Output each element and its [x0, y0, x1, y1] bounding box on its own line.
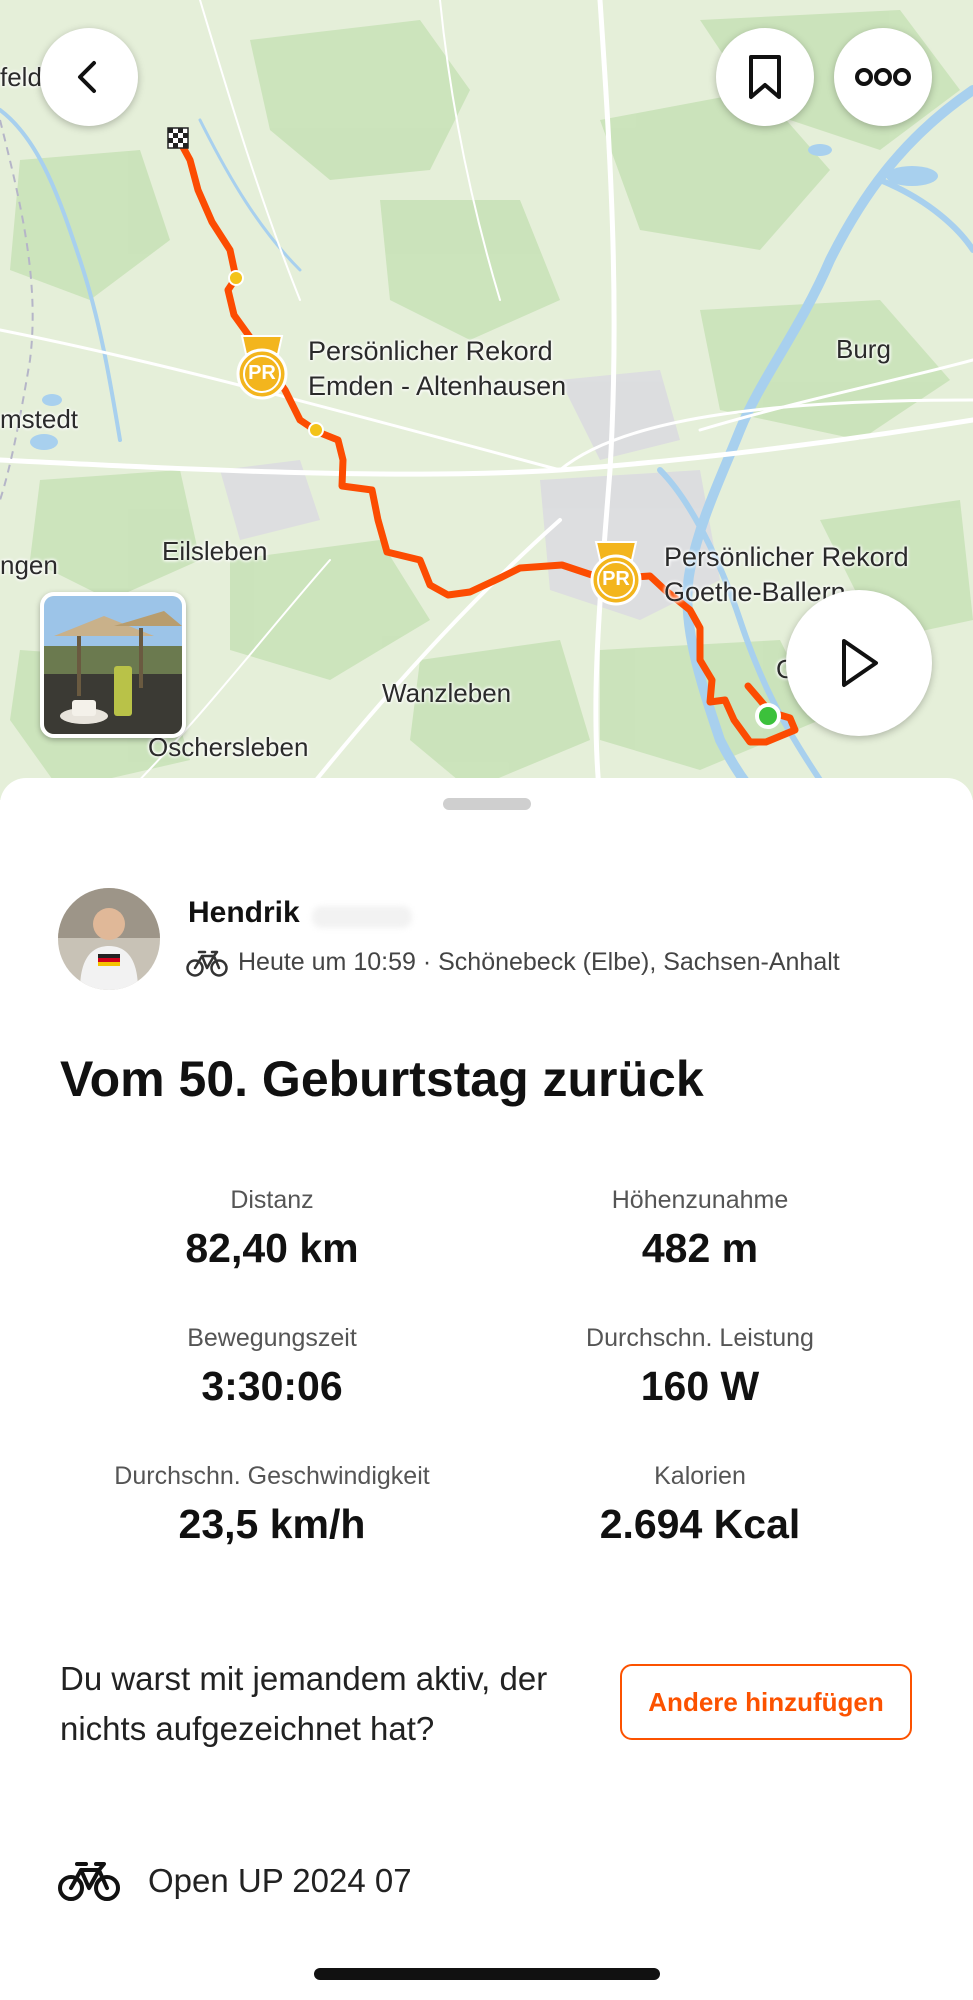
stat-label: Durchschn. Geschwindigkeit: [114, 1462, 430, 1490]
stat-elevation-gain: Höhenzunahme 482 m: [490, 1186, 910, 1272]
stat-label: Höhenzunahme: [611, 1186, 789, 1214]
pr-badge-label: PR: [602, 568, 630, 590]
pr-label-line2: Emden - Altenhausen: [308, 371, 567, 401]
activity-photo-thumbnail[interactable]: [40, 592, 186, 738]
home-indicator[interactable]: [314, 1968, 660, 1980]
save-route-button[interactable]: [716, 28, 814, 126]
stat-value: 160 W: [640, 1363, 760, 1409]
chevron-left-icon: [78, 61, 96, 93]
map-label-town: feld: [0, 62, 42, 92]
pr-label-line1: Persönlicher Rekord: [308, 336, 553, 366]
stat-value: 23,5 km/h: [178, 1501, 366, 1547]
map-label-town: ngen: [0, 550, 58, 580]
stat-value: 82,40 km: [185, 1225, 359, 1271]
stat-value: 2.694 Kcal: [599, 1501, 801, 1547]
bookmark-icon: [749, 55, 781, 99]
play-icon: [842, 639, 878, 687]
activity-title: Vom 50. Geburtstag zurück: [60, 1051, 704, 1107]
bike-icon: [58, 1862, 120, 1901]
finish-flag-icon: [167, 127, 189, 149]
pr-marker[interactable]: PR: [586, 540, 646, 608]
add-others-prompt: Du warst mit jemandem aktiv, der nichts …: [60, 1660, 548, 1747]
activity-date-location: Heute um 10:59 · Schönebeck (Elbe), Sach…: [238, 948, 840, 976]
stat-label: Bewegungszeit: [187, 1324, 357, 1352]
activity-meta: Heute um 10:59 · Schönebeck (Elbe), Sach…: [186, 948, 840, 977]
map-label-town: Wanzleben: [382, 678, 512, 708]
play-flyby-button[interactable]: [786, 590, 932, 736]
map-label-town: Eilsleben: [162, 536, 268, 566]
stat-avg-power: Durchschn. Leistung 160 W: [490, 1324, 910, 1410]
sheet-grabber[interactable]: [443, 798, 531, 810]
pr-badge-label: PR: [248, 362, 276, 384]
stat-value: 482 m: [641, 1225, 759, 1271]
pr-label-line1: Persönlicher Rekord: [664, 542, 909, 572]
route-map[interactable]: feld Burg mstedt Eilsleben ngen Wanzlebe…: [0, 0, 973, 800]
gear-row[interactable]: Open UP 2024 07: [58, 1860, 412, 1902]
redacted-surname: [312, 906, 412, 928]
stat-label: Durchschn. Leistung: [586, 1324, 814, 1352]
stat-label: Kalorien: [654, 1462, 746, 1490]
photo-image: [44, 596, 182, 734]
gear-name: Open UP 2024 07: [148, 1862, 412, 1899]
map-label-town: Burg: [836, 334, 891, 364]
stat-moving-time: Bewegungszeit 3:30:06: [62, 1324, 482, 1410]
stat-value: 3:30:06: [201, 1363, 343, 1409]
add-others-button[interactable]: Andere hinzufügen: [620, 1664, 912, 1740]
avatar[interactable]: [58, 888, 160, 990]
pr-marker[interactable]: PR: [232, 334, 292, 402]
ellipsis-icon: [855, 68, 911, 86]
map-label-town: mstedt: [0, 404, 79, 434]
athlete-name[interactable]: Hendrik: [188, 896, 300, 930]
activity-sheet: Hendrik Heute um 10:59 · Schönebeck (Elb…: [0, 778, 973, 2000]
more-options-button[interactable]: [834, 28, 932, 126]
bike-icon: [186, 950, 228, 977]
stat-calories: Kalorien 2.694 Kcal: [490, 1462, 910, 1548]
stat-label: Distanz: [230, 1186, 314, 1214]
avatar-image: [58, 888, 160, 990]
stat-distance: Distanz 82,40 km: [62, 1186, 482, 1272]
pr-label: Persönlicher Rekord Emden - Altenhausen: [308, 334, 566, 404]
back-button[interactable]: [40, 28, 138, 126]
stat-avg-speed: Durchschn. Geschwindigkeit 23,5 km/h: [62, 1462, 482, 1548]
